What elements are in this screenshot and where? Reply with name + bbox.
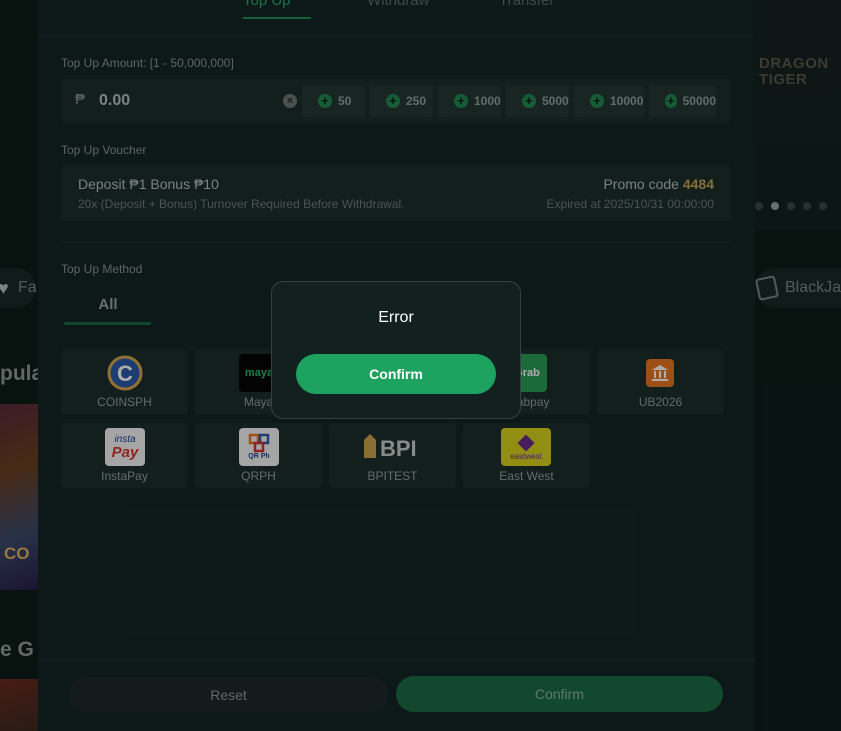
dialog-confirm-button[interactable]: Confirm [296, 354, 496, 394]
error-dialog: Error Confirm [271, 281, 521, 419]
dialog-title: Error [378, 309, 414, 326]
